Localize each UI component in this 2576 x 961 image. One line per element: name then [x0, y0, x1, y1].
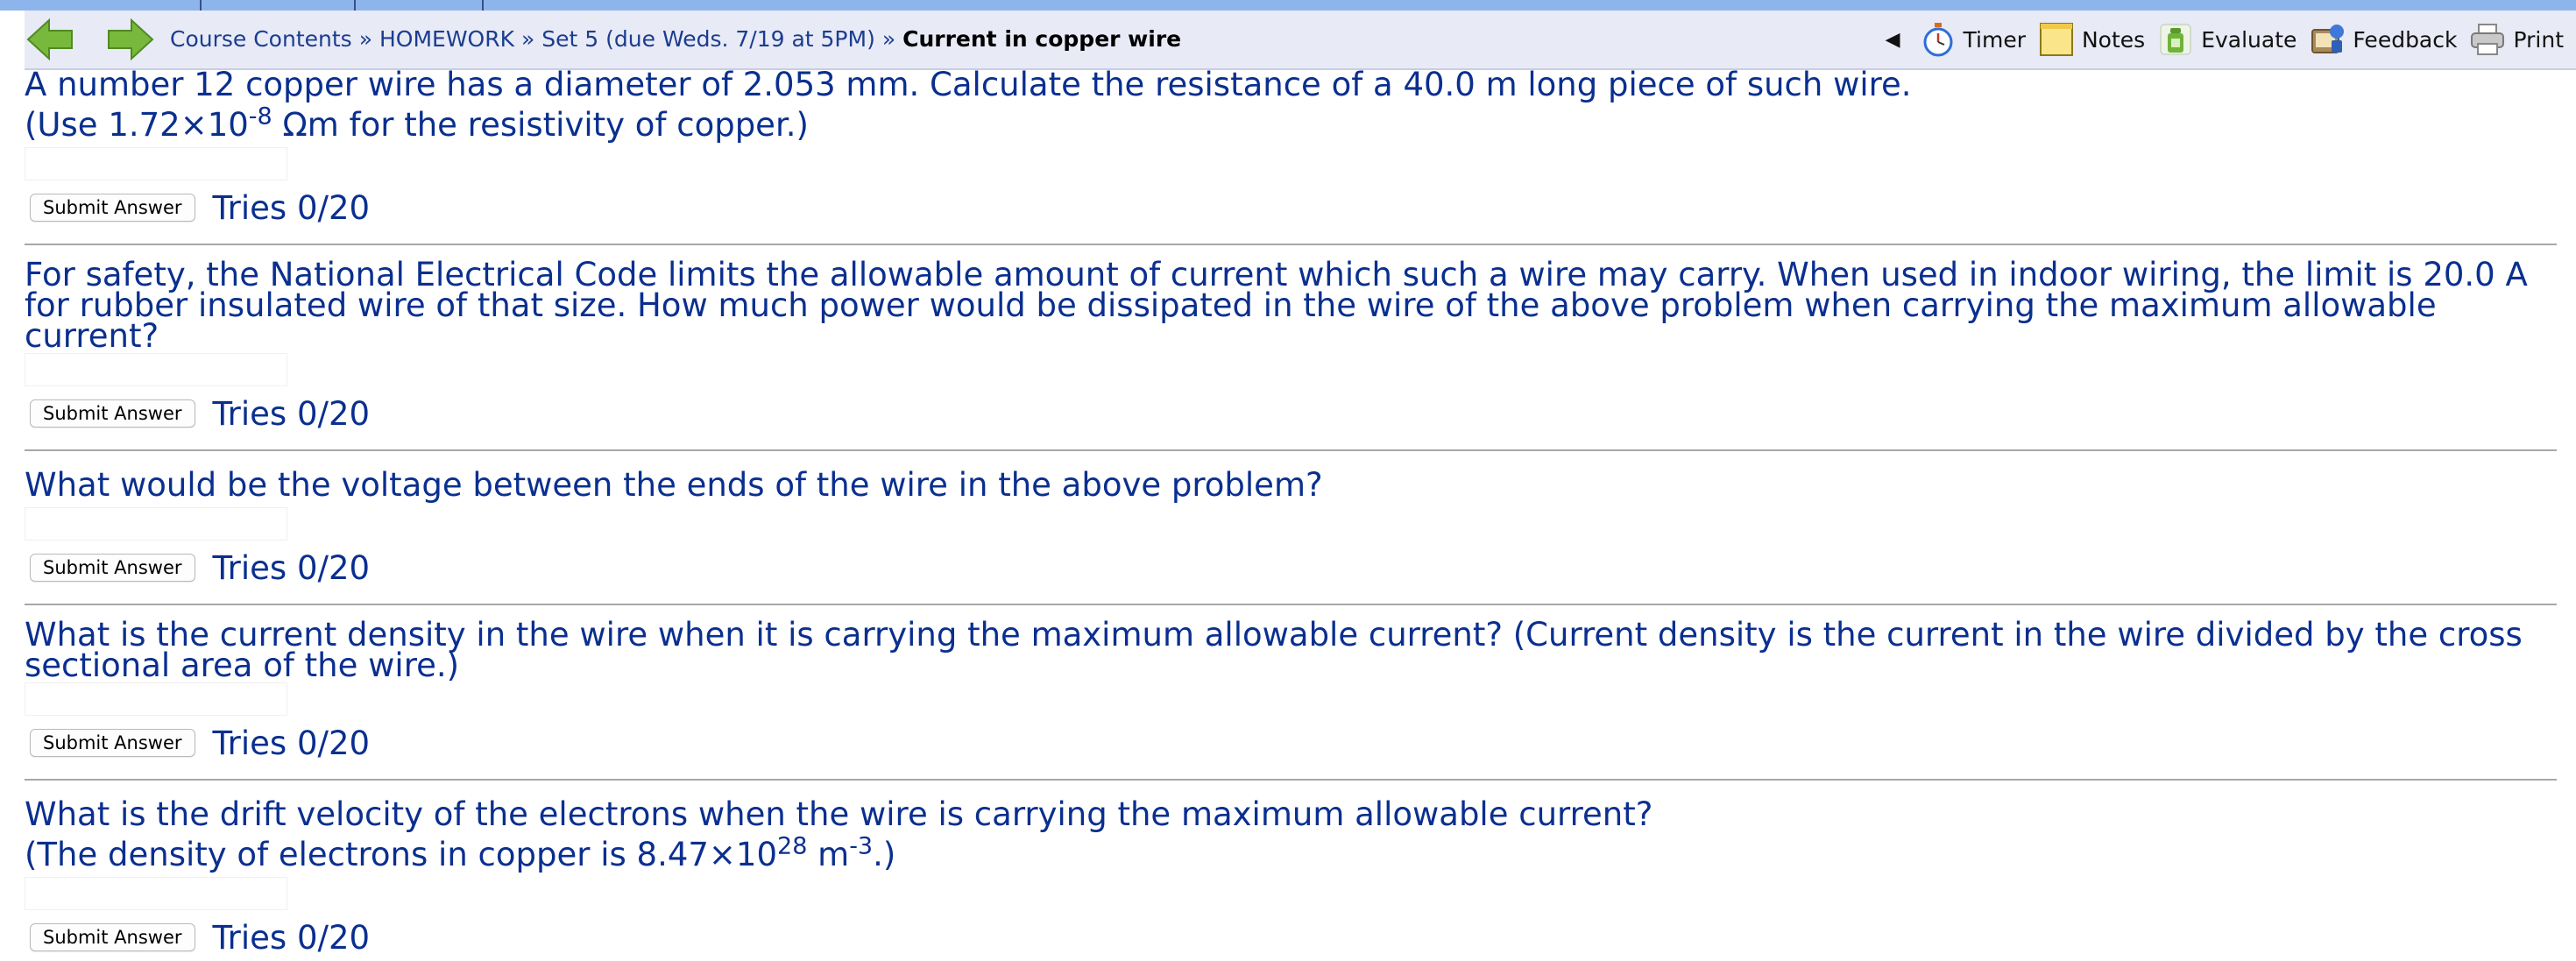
printer-icon	[2469, 21, 2506, 58]
tries-counter: Tries 0/20	[212, 918, 371, 957]
submit-answer-button[interactable]: Submit Answer	[30, 554, 195, 582]
question-3: What would be the voltage between the en…	[25, 465, 2557, 591]
answer-row: Submit Answer Tries 0/20	[25, 390, 2557, 437]
divider	[25, 779, 2557, 781]
tries-counter: Tries 0/20	[212, 548, 371, 587]
question-text: For safety, the National Electrical Code…	[25, 256, 2528, 355]
strip-separator	[200, 0, 202, 11]
exponent: -8	[248, 102, 272, 131]
question-2: For safety, the National Electrical Code…	[25, 256, 2557, 437]
exponent: -3	[849, 832, 874, 860]
breadcrumb-course-contents[interactable]: Course Contents	[170, 26, 352, 52]
question-text: What is the current density in the wire …	[25, 616, 2523, 684]
answer-row: Submit Answer Tries 0/20	[25, 184, 2557, 231]
breadcrumb-separator: »	[881, 26, 896, 52]
question-text-line: A number 12 copper wire has a diameter o…	[25, 66, 1912, 103]
tries-counter: Tries 0/20	[212, 724, 371, 762]
submit-answer-button[interactable]: Submit Answer	[30, 729, 195, 757]
question-text-line: (Use 1.72×10	[25, 106, 249, 144]
strip-separator	[482, 0, 484, 11]
feedback-icon	[2309, 21, 2346, 58]
question-text: What would be the voltage between the en…	[25, 466, 1323, 504]
answer-row: Submit Answer Tries 0/20	[25, 914, 2557, 961]
question-text: What is the drift velocity of the electr…	[25, 795, 2557, 875]
problem-content: A number 12 copper wire has a diameter o…	[25, 65, 2557, 961]
toolbar: ◀ Timer Notes Evaluate Feedback Print	[1886, 11, 2576, 68]
question-text-line: What is the drift velocity of the electr…	[25, 795, 1653, 833]
page-title: Current in copper wire	[902, 26, 1182, 52]
strip-separator	[354, 0, 356, 11]
question-text-line: m	[807, 836, 850, 873]
feedback-tool[interactable]: Feedback	[2309, 21, 2457, 58]
question-4: What is the current density in the wire …	[25, 616, 2557, 767]
breadcrumb: Course Contents» HOMEWORK» Set 5 (due Weds…	[170, 11, 1181, 68]
question-1: A number 12 copper wire has a diameter o…	[25, 65, 2557, 231]
tries-counter: Tries 0/20	[212, 394, 371, 433]
stopwatch-icon	[1920, 21, 1957, 58]
answer-input[interactable]	[25, 147, 287, 180]
question-5: What is the drift velocity of the electr…	[25, 795, 2557, 961]
collapse-toolbar-icon[interactable]: ◀	[1886, 29, 1900, 51]
breadcrumb-homework[interactable]: HOMEWORK	[379, 26, 514, 52]
checklist-icon	[2157, 21, 2194, 58]
timer-tool[interactable]: Timer	[1920, 21, 2026, 58]
answer-input[interactable]	[25, 682, 287, 716]
top-strip	[0, 0, 2576, 11]
submit-answer-button[interactable]: Submit Answer	[30, 399, 195, 428]
notes-tool[interactable]: Notes	[2038, 21, 2145, 58]
notepad-icon	[2038, 21, 2075, 58]
notes-label: Notes	[2081, 26, 2146, 53]
evaluate-tool[interactable]: Evaluate	[2157, 21, 2296, 58]
answer-row: Submit Answer Tries 0/20	[25, 544, 2557, 591]
print-tool[interactable]: Print	[2469, 21, 2564, 58]
breadcrumb-separator: »	[358, 26, 372, 52]
question-text-line: (The density of electrons in copper is 8…	[25, 836, 778, 873]
timer-label: Timer	[1963, 26, 2026, 53]
answer-row: Submit Answer Tries 0/20	[25, 719, 2557, 767]
answer-input[interactable]	[25, 877, 287, 910]
divider	[25, 604, 2557, 605]
feedback-label: Feedback	[2353, 26, 2458, 53]
question-text-line: .)	[873, 836, 896, 873]
answer-input[interactable]	[25, 507, 287, 541]
divider	[25, 244, 2557, 245]
forward-arrow-icon[interactable]	[105, 18, 154, 61]
submit-answer-button[interactable]: Submit Answer	[30, 923, 195, 951]
divider	[25, 449, 2557, 451]
back-arrow-icon[interactable]	[26, 18, 75, 61]
navigation-bar: Course Contents» HOMEWORK» Set 5 (due Weds…	[25, 11, 2576, 70]
answer-input[interactable]	[25, 353, 287, 386]
submit-answer-button[interactable]: Submit Answer	[30, 194, 195, 222]
breadcrumb-separator: »	[521, 26, 535, 52]
question-text-line: Ωm for the resistivity of copper.)	[272, 106, 809, 144]
tries-counter: Tries 0/20	[212, 188, 371, 227]
evaluate-label: Evaluate	[2201, 26, 2297, 53]
breadcrumb-set5[interactable]: Set 5 (due Weds. 7/19 at 5PM)	[541, 26, 875, 52]
print-label: Print	[2513, 26, 2564, 53]
exponent: 28	[777, 832, 808, 860]
question-text: A number 12 copper wire has a diameter o…	[25, 65, 2557, 145]
